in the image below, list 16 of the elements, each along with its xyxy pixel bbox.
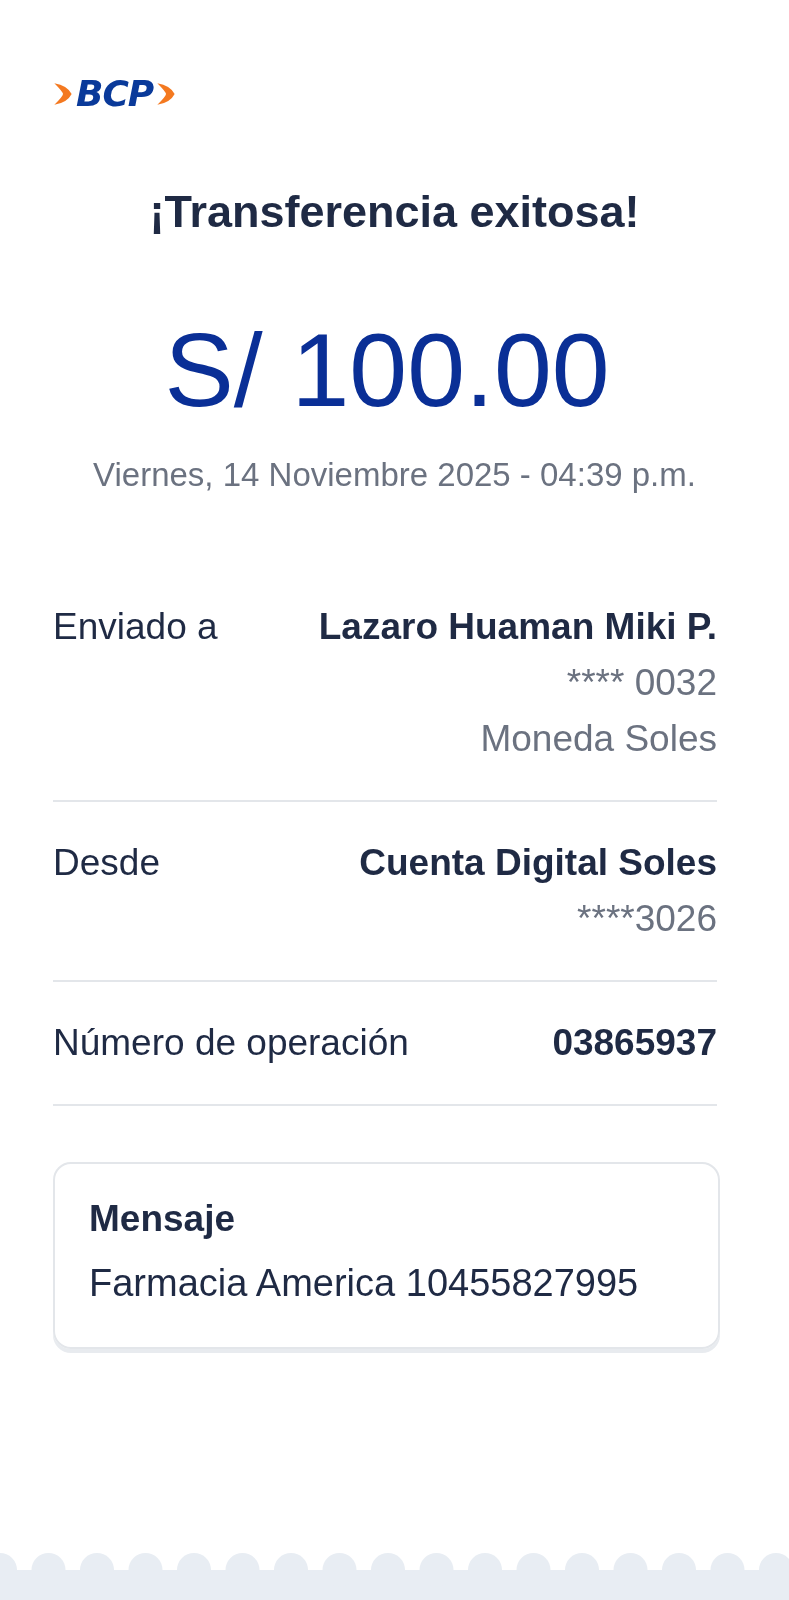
detail-value: Moneda Soles [480, 718, 717, 760]
detail-label: Desde [53, 842, 160, 885]
detail-value: 03865937 [552, 1022, 717, 1064]
message-text: Farmacia America 10455827995 [89, 1262, 640, 1305]
detail-value: Lazaro Huaman Miki P. [318, 606, 717, 648]
detail-value: ****3026 [577, 898, 717, 940]
bank-logo: BCP [76, 76, 154, 112]
detail-value: **** 0032 [566, 662, 717, 704]
amount: S/ 100.00 [163, 318, 611, 422]
success-title: ¡Transferencia exitosa! [148, 186, 641, 238]
date-time: Viernes, 14 Noviembre 2025 - 04:39 p.m. [92, 456, 697, 494]
message-heading: Mensaje [89, 1198, 236, 1240]
detail-label: Número de operación [53, 1022, 409, 1064]
detail-label: Enviado a [53, 606, 218, 649]
detail-value: Cuenta Digital Soles [359, 842, 717, 884]
chevron-icon [52, 81, 74, 107]
